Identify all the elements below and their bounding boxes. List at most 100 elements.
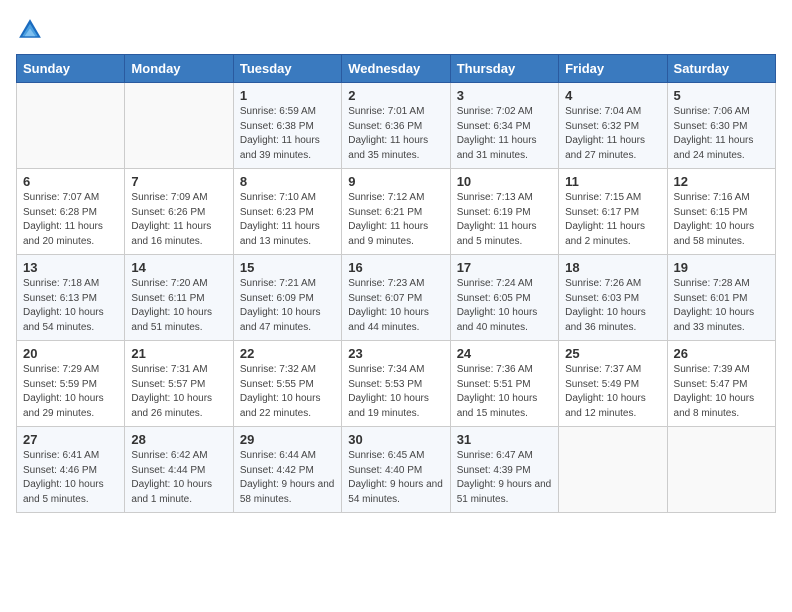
- day-number: 24: [457, 346, 552, 361]
- day-info: Sunrise: 7:16 AM Sunset: 6:15 PM Dayligh…: [674, 191, 769, 249]
- day-number: 8: [240, 174, 335, 189]
- day-of-week-header: Monday: [125, 55, 233, 83]
- calendar-cell: 23 Sunrise: 7:34 AM Sunset: 5:53 PM Dayli…: [342, 341, 450, 427]
- day-number: 23: [348, 346, 443, 361]
- day-info: Sunrise: 7:34 AM Sunset: 5:53 PM Dayligh…: [348, 363, 443, 421]
- day-number: 9: [348, 174, 443, 189]
- day-number: 27: [23, 432, 118, 447]
- calendar-cell: 5 Sunrise: 7:06 AM Sunset: 6:30 PM Daylig…: [667, 83, 775, 169]
- day-info: Sunrise: 7:24 AM Sunset: 6:05 PM Dayligh…: [457, 277, 552, 335]
- day-number: 5: [674, 88, 769, 103]
- day-number: 30: [348, 432, 443, 447]
- day-of-week-header: Thursday: [450, 55, 558, 83]
- day-number: 4: [565, 88, 660, 103]
- day-number: 26: [674, 346, 769, 361]
- day-info: Sunrise: 6:42 AM Sunset: 4:44 PM Dayligh…: [131, 449, 226, 507]
- day-number: 25: [565, 346, 660, 361]
- day-number: 7: [131, 174, 226, 189]
- day-info: Sunrise: 7:28 AM Sunset: 6:01 PM Dayligh…: [674, 277, 769, 335]
- calendar-cell: 28Sunrise: 6:42 AM Sunset: 4:44 PM Dayli…: [125, 427, 233, 513]
- calendar-cell: [125, 83, 233, 169]
- day-info: Sunrise: 7:01 AM Sunset: 6:36 PM Dayligh…: [348, 105, 443, 163]
- logo-icon: [16, 16, 44, 44]
- day-of-week-header: Sunday: [17, 55, 125, 83]
- calendar-cell: 17Sunrise: 7:24 AM Sunset: 6:05 PM Dayli…: [450, 255, 558, 341]
- calendar-cell: 4Sunrise: 7:04 AM Sunset: 6:32 PM Daylig…: [559, 83, 667, 169]
- day-number: 6: [23, 174, 118, 189]
- day-number: 1: [240, 88, 335, 103]
- calendar-week-row: 20 Sunrise: 7:29 AM Sunset: 5:59 PM Dayli…: [17, 341, 776, 427]
- calendar-cell: 19Sunrise: 7:28 AM Sunset: 6:01 PM Dayli…: [667, 255, 775, 341]
- calendar-cell: 27 Sunrise: 6:41 AM Sunset: 4:46 PM Dayli…: [17, 427, 125, 513]
- calendar-cell: 26 Sunrise: 7:39 AM Sunset: 5:47 PM Dayli…: [667, 341, 775, 427]
- logo: [16, 16, 48, 44]
- day-info: Sunrise: 6:59 AM Sunset: 6:38 PM Dayligh…: [240, 105, 335, 163]
- calendar-week-row: 27 Sunrise: 6:41 AM Sunset: 4:46 PM Dayli…: [17, 427, 776, 513]
- calendar-cell: 9 Sunrise: 7:12 AM Sunset: 6:21 PM Daylig…: [342, 169, 450, 255]
- day-info: Sunrise: 7:21 AM Sunset: 6:09 PM Dayligh…: [240, 277, 335, 335]
- day-number: 16: [348, 260, 443, 275]
- calendar-week-row: 1 Sunrise: 6:59 AM Sunset: 6:38 PM Daylig…: [17, 83, 776, 169]
- day-number: 3: [457, 88, 552, 103]
- day-info: Sunrise: 7:15 AM Sunset: 6:17 PM Dayligh…: [565, 191, 660, 249]
- day-info: Sunrise: 7:20 AM Sunset: 6:11 PM Dayligh…: [131, 277, 226, 335]
- calendar-cell: 25 Sunrise: 7:37 AM Sunset: 5:49 PM Dayli…: [559, 341, 667, 427]
- day-number: 13: [23, 260, 118, 275]
- day-info: Sunrise: 7:10 AM Sunset: 6:23 PM Dayligh…: [240, 191, 335, 249]
- day-number: 10: [457, 174, 552, 189]
- day-info: Sunrise: 7:18 AM Sunset: 6:13 PM Dayligh…: [23, 277, 118, 335]
- calendar-cell: 18Sunrise: 7:26 AM Sunset: 6:03 PM Dayli…: [559, 255, 667, 341]
- calendar-cell: 7 Sunrise: 7:09 AM Sunset: 6:26 PM Daylig…: [125, 169, 233, 255]
- calendar-cell: 22 Sunrise: 7:32 AM Sunset: 5:55 PM Dayli…: [233, 341, 341, 427]
- day-number: 22: [240, 346, 335, 361]
- day-info: Sunrise: 6:47 AM Sunset: 4:39 PM Dayligh…: [457, 449, 552, 507]
- day-info: Sunrise: 7:32 AM Sunset: 5:55 PM Dayligh…: [240, 363, 335, 421]
- calendar-cell: 12 Sunrise: 7:16 AM Sunset: 6:15 PM Dayli…: [667, 169, 775, 255]
- day-number: 14: [131, 260, 226, 275]
- day-number: 15: [240, 260, 335, 275]
- calendar-cell: [17, 83, 125, 169]
- calendar-cell: 15 Sunrise: 7:21 AM Sunset: 6:09 PM Dayli…: [233, 255, 341, 341]
- day-info: Sunrise: 6:41 AM Sunset: 4:46 PM Dayligh…: [23, 449, 118, 507]
- day-of-week-header: Tuesday: [233, 55, 341, 83]
- calendar-cell: 20 Sunrise: 7:29 AM Sunset: 5:59 PM Dayli…: [17, 341, 125, 427]
- calendar-cell: 16Sunrise: 7:23 AM Sunset: 6:07 PM Dayli…: [342, 255, 450, 341]
- day-number: 12: [674, 174, 769, 189]
- day-info: Sunrise: 7:39 AM Sunset: 5:47 PM Dayligh…: [674, 363, 769, 421]
- calendar-cell: 29Sunrise: 6:44 AM Sunset: 4:42 PM Dayli…: [233, 427, 341, 513]
- calendar-cell: 31 Sunrise: 6:47 AM Sunset: 4:39 PM Dayli…: [450, 427, 558, 513]
- day-info: Sunrise: 6:45 AM Sunset: 4:40 PM Dayligh…: [348, 449, 443, 507]
- calendar-cell: 8 Sunrise: 7:10 AM Sunset: 6:23 PM Daylig…: [233, 169, 341, 255]
- day-info: Sunrise: 7:36 AM Sunset: 5:51 PM Dayligh…: [457, 363, 552, 421]
- day-number: 20: [23, 346, 118, 361]
- day-info: Sunrise: 7:12 AM Sunset: 6:21 PM Dayligh…: [348, 191, 443, 249]
- day-number: 11: [565, 174, 660, 189]
- day-info: Sunrise: 7:06 AM Sunset: 6:30 PM Dayligh…: [674, 105, 769, 163]
- day-number: 21: [131, 346, 226, 361]
- day-info: Sunrise: 7:02 AM Sunset: 6:34 PM Dayligh…: [457, 105, 552, 163]
- day-number: 29: [240, 432, 335, 447]
- calendar-week-row: 6 Sunrise: 7:07 AM Sunset: 6:28 PM Daylig…: [17, 169, 776, 255]
- day-info: Sunrise: 7:31 AM Sunset: 5:57 PM Dayligh…: [131, 363, 226, 421]
- day-info: Sunrise: 7:13 AM Sunset: 6:19 PM Dayligh…: [457, 191, 552, 249]
- calendar-cell: [667, 427, 775, 513]
- day-number: 31: [457, 432, 552, 447]
- calendar-cell: 21 Sunrise: 7:31 AM Sunset: 5:57 PM Dayli…: [125, 341, 233, 427]
- day-of-week-header: Wednesday: [342, 55, 450, 83]
- calendar-cell: 10 Sunrise: 7:13 AM Sunset: 6:19 PM Dayli…: [450, 169, 558, 255]
- day-of-week-header: Saturday: [667, 55, 775, 83]
- day-number: 18: [565, 260, 660, 275]
- calendar-cell: 13 Sunrise: 7:18 AM Sunset: 6:13 PM Dayli…: [17, 255, 125, 341]
- day-of-week-header: Friday: [559, 55, 667, 83]
- calendar-cell: 2 Sunrise: 7:01 AM Sunset: 6:36 PM Daylig…: [342, 83, 450, 169]
- day-info: Sunrise: 7:29 AM Sunset: 5:59 PM Dayligh…: [23, 363, 118, 421]
- calendar-cell: 14 Sunrise: 7:20 AM Sunset: 6:11 PM Dayli…: [125, 255, 233, 341]
- calendar-table: SundayMondayTuesdayWednesdayThursdayFrid…: [16, 54, 776, 513]
- day-number: 2: [348, 88, 443, 103]
- day-info: Sunrise: 7:07 AM Sunset: 6:28 PM Dayligh…: [23, 191, 118, 249]
- calendar-cell: 11 Sunrise: 7:15 AM Sunset: 6:17 PM Dayli…: [559, 169, 667, 255]
- day-info: Sunrise: 7:09 AM Sunset: 6:26 PM Dayligh…: [131, 191, 226, 249]
- calendar-cell: 3 Sunrise: 7:02 AM Sunset: 6:34 PM Daylig…: [450, 83, 558, 169]
- day-info: Sunrise: 7:37 AM Sunset: 5:49 PM Dayligh…: [565, 363, 660, 421]
- calendar-cell: [559, 427, 667, 513]
